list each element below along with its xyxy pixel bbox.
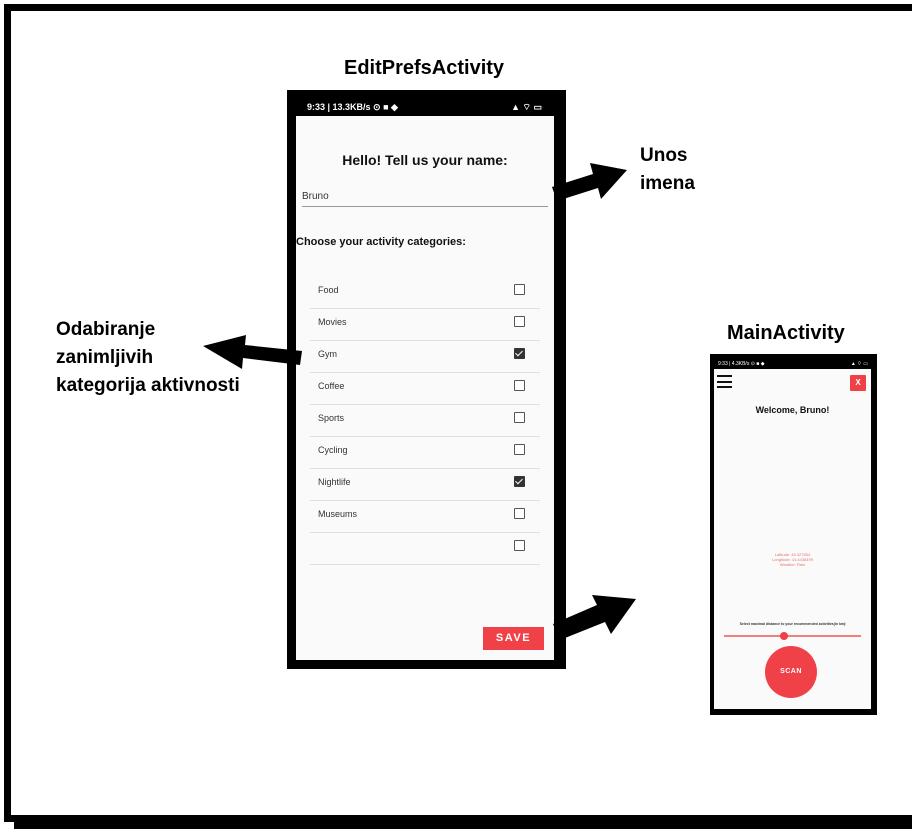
arrows [203, 163, 636, 640]
arrow-to-unos [552, 163, 627, 201]
arrow-to-odabir [203, 335, 302, 369]
arrow-to-main [553, 595, 636, 640]
